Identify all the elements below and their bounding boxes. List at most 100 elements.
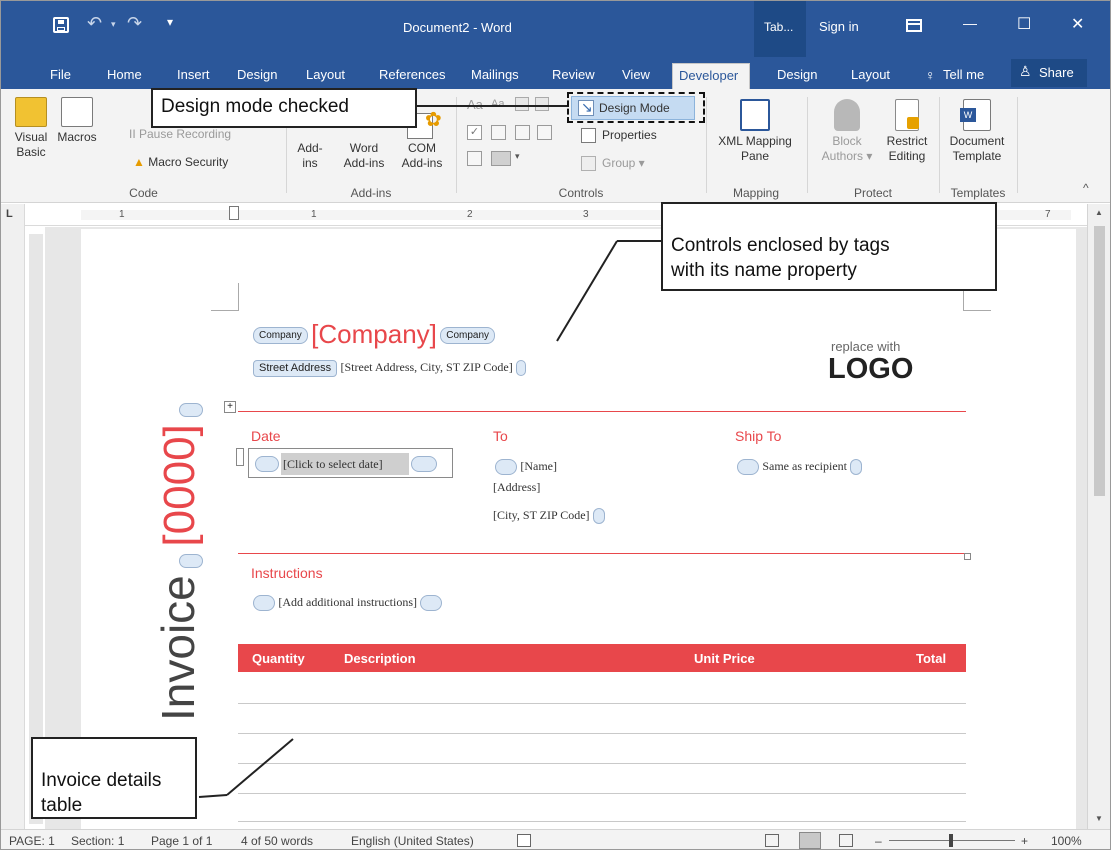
customize-qat-icon[interactable]: ▾ xyxy=(167,15,173,29)
vertical-scrollbar[interactable]: ▲ ▼ xyxy=(1087,204,1110,829)
recipient-address[interactable]: [Address] xyxy=(493,480,540,495)
zoom-level[interactable]: 100% xyxy=(1051,834,1082,848)
drag-handle-icon[interactable] xyxy=(236,448,244,466)
picture-control-icon[interactable] xyxy=(515,97,529,111)
table-row[interactable] xyxy=(238,703,966,704)
lightbulb-icon[interactable]: ♀ xyxy=(925,67,936,83)
tab-table-layout[interactable]: Layout xyxy=(847,63,894,89)
tab-table-design[interactable]: Design xyxy=(773,63,821,89)
word-addins-button[interactable]: Word Add-ins xyxy=(336,141,392,171)
addins-button[interactable]: Add- ins xyxy=(289,141,331,171)
table-row[interactable] xyxy=(238,821,966,822)
status-word-count[interactable]: 4 of 50 words xyxy=(241,834,313,848)
invoice-heading[interactable]: Invoice [0000] xyxy=(151,402,211,721)
scroll-down-icon[interactable]: ▼ xyxy=(1095,814,1103,823)
legacy-tools-icon[interactable] xyxy=(491,151,511,166)
recipient-city-control[interactable]: [City, ST ZIP Code] xyxy=(493,508,605,524)
macros-label: Macros xyxy=(57,130,97,144)
xml-mapping-label: XML Mapping Pane xyxy=(718,134,792,163)
combo-box-control-icon[interactable] xyxy=(491,125,506,140)
company-control[interactable]: Company [Company] Company xyxy=(253,319,496,350)
vertical-ruler[interactable] xyxy=(29,234,43,824)
group-separator xyxy=(1017,97,1018,193)
read-mode-icon[interactable] xyxy=(765,834,779,847)
table-move-handle-icon[interactable]: + xyxy=(224,401,236,413)
close-button[interactable]: ✕ xyxy=(1071,14,1084,34)
table-resize-handle-icon[interactable] xyxy=(964,553,971,560)
visual-basic-button[interactable]: Visual Basic xyxy=(9,97,53,160)
ruler-mark: 2 xyxy=(467,209,473,220)
save-icon[interactable] xyxy=(53,17,69,33)
macro-security-button[interactable]: ▲ Macro Security xyxy=(133,155,228,170)
tab-design[interactable]: Design xyxy=(233,63,281,89)
maximize-button[interactable]: ☐ xyxy=(1017,14,1031,34)
web-layout-icon[interactable] xyxy=(839,834,853,847)
group-label-controls: Controls xyxy=(558,186,604,200)
content-control-tag xyxy=(253,595,275,611)
share-button[interactable]: ♙ Share xyxy=(1011,59,1087,87)
tab-mailings[interactable]: Mailings xyxy=(467,63,523,89)
tab-references[interactable]: References xyxy=(375,63,449,89)
street-address-control[interactable]: Street Address [Street Address, City, ST… xyxy=(253,360,527,378)
date-picker-control-icon[interactable] xyxy=(537,125,552,140)
status-page-of[interactable]: Page 1 of 1 xyxy=(151,834,212,848)
building-block-control-icon[interactable] xyxy=(535,97,549,111)
com-addins-button[interactable]: COM Add-ins xyxy=(393,141,451,171)
tab-review[interactable]: Review xyxy=(548,63,599,89)
instructions-control[interactable]: [Add additional instructions] xyxy=(253,595,443,611)
tab-file[interactable]: File xyxy=(46,63,75,89)
chevron-down-icon[interactable]: ▾ xyxy=(515,151,520,162)
table-row[interactable] xyxy=(238,793,966,794)
recipient-city: [City, ST ZIP Code] xyxy=(493,508,590,523)
table-row[interactable] xyxy=(238,733,966,734)
pause-recording-button[interactable]: II Pause Recording xyxy=(129,127,231,142)
visual-basic-icon xyxy=(15,97,47,127)
tab-developer[interactable]: Developer xyxy=(672,63,750,89)
zoom-slider-thumb[interactable] xyxy=(949,834,953,847)
content-control-tag xyxy=(850,459,863,475)
status-language[interactable]: English (United States) xyxy=(351,834,474,848)
document-template-button[interactable]: W Document Template xyxy=(941,99,1013,164)
minimize-button[interactable]: — xyxy=(963,15,977,31)
dropdown-list-control-icon[interactable] xyxy=(515,125,530,140)
xml-mapping-icon xyxy=(740,99,770,131)
xml-mapping-pane-button[interactable]: XML Mapping Pane xyxy=(707,99,803,164)
macros-icon xyxy=(61,97,93,127)
logo-placeholder[interactable]: LOGO xyxy=(828,353,913,386)
ribbon-display-options-icon[interactable] xyxy=(906,19,922,32)
tab-view[interactable]: View xyxy=(618,63,654,89)
restrict-editing-button[interactable]: Restrict Editing xyxy=(879,99,935,164)
print-layout-icon[interactable] xyxy=(799,832,821,849)
tab-selector-icon[interactable]: L xyxy=(6,208,13,220)
scrollbar-thumb[interactable] xyxy=(1094,226,1105,496)
scroll-up-icon[interactable]: ▲ xyxy=(1095,208,1103,217)
undo-icon[interactable]: ↶ xyxy=(87,13,102,34)
status-page[interactable]: PAGE: 1 xyxy=(9,834,55,848)
tab-home[interactable]: Home xyxy=(103,63,146,89)
date-text: [Click to select date] xyxy=(283,457,383,471)
zoom-in-button[interactable]: + xyxy=(1021,834,1028,848)
checkbox-control-icon[interactable]: ✓ xyxy=(467,125,482,140)
indent-marker-icon[interactable] xyxy=(229,206,239,220)
tab-layout[interactable]: Layout xyxy=(302,63,349,89)
tell-me-box[interactable]: Tell me xyxy=(939,63,988,89)
table-row[interactable] xyxy=(238,763,966,764)
tab-insert[interactable]: Insert xyxy=(173,63,214,89)
content-control-tag xyxy=(255,456,279,472)
zoom-out-button[interactable]: – xyxy=(875,834,882,848)
repeating-section-control-icon[interactable] xyxy=(467,151,482,166)
redo-icon[interactable]: ↷ xyxy=(127,13,142,34)
undo-dropdown-icon[interactable]: ▾ xyxy=(111,19,116,30)
date-picker-control[interactable]: [Click to select date] xyxy=(248,448,453,478)
ship-to-control[interactable]: Same as recipient xyxy=(737,459,863,475)
restrict-editing-label: Restrict Editing xyxy=(886,134,928,163)
table-header-unit-price: Unit Price xyxy=(694,651,755,666)
sign-in-link[interactable]: Sign in xyxy=(819,19,859,34)
macro-recording-icon[interactable] xyxy=(517,834,531,847)
macros-button[interactable]: Macros xyxy=(55,97,99,145)
collapse-ribbon-icon[interactable]: ^ xyxy=(1083,181,1089,195)
recipient-name-control[interactable]: [Name] xyxy=(495,459,557,475)
block-authors-button[interactable]: Block Authors ▾ xyxy=(815,99,879,164)
status-section[interactable]: Section: 1 xyxy=(71,834,124,848)
block-authors-icon xyxy=(834,99,860,131)
